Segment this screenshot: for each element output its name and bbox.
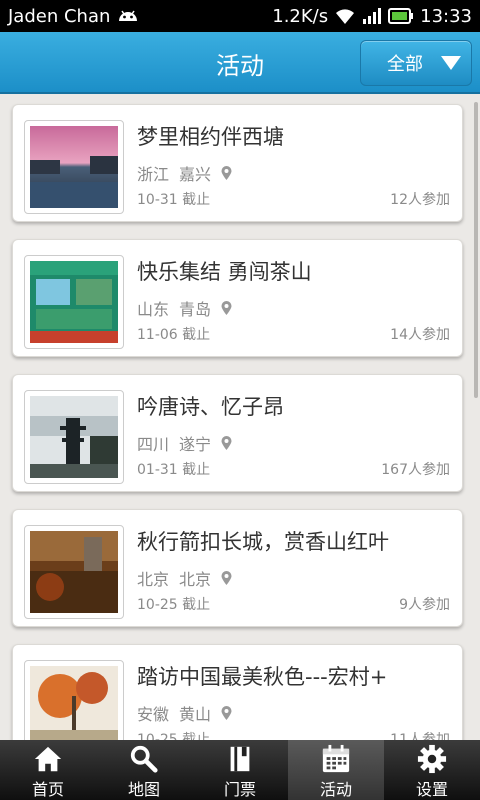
activity-card[interactable]: 吟唐诗、忆子昂 四川 遂宁 01-31 截止 167人参加 <box>12 374 463 492</box>
location-pin-icon <box>221 571 232 585</box>
calendar-icon <box>322 744 350 773</box>
nav-tickets[interactable]: 门票 <box>192 740 288 800</box>
activity-thumbnail <box>24 390 124 484</box>
gear-icon <box>417 744 447 774</box>
activity-location: 浙江 嘉兴 <box>137 161 232 185</box>
nav-map[interactable]: 地图 <box>96 740 192 800</box>
activity-province: 北京 <box>137 570 170 589</box>
activity-location: 四川 遂宁 <box>137 431 232 455</box>
nav-label: 活动 <box>319 780 352 799</box>
activity-city: 青岛 <box>179 300 212 319</box>
location-pin-icon <box>221 301 232 315</box>
status-time: 13:33 <box>420 5 472 27</box>
status-speed: 1.2K/s <box>272 5 329 27</box>
participant-count: 12人参加 <box>390 192 450 208</box>
activity-title: 踏访中国最美秋色---宏村+ <box>137 665 388 689</box>
participant-count: 14人参加 <box>390 327 450 343</box>
ticket-icon <box>230 746 250 772</box>
activity-thumbnail <box>24 525 124 619</box>
location-pin-icon <box>221 706 232 720</box>
filter-label: 全部 <box>387 54 423 75</box>
activity-deadline: 01-31 截止 <box>137 462 211 478</box>
activity-card[interactable]: 踏访中国最美秋色---宏村+ 安徽 黄山 10-25 截止 11人参加 <box>12 644 463 740</box>
nav-label: 地图 <box>127 780 160 799</box>
activity-card[interactable]: 梦里相约伴西塘 浙江 嘉兴 10-31 截止 12人参加 <box>12 104 463 222</box>
android-icon <box>119 10 138 21</box>
activity-thumbnail <box>24 120 124 214</box>
activity-province: 四川 <box>137 435 170 454</box>
nav-settings[interactable]: 设置 <box>384 740 480 800</box>
activity-location: 安徽 黄山 <box>137 701 232 725</box>
activity-title: 秋行箭扣长城，赏香山红叶 <box>137 530 389 554</box>
activity-title: 梦里相约伴西塘 <box>137 125 284 149</box>
filter-dropdown[interactable]: 全部 <box>360 40 472 86</box>
activity-thumbnail <box>24 660 124 740</box>
bottom-nav: 首页 地图 门票 活动 设置 <box>0 740 480 800</box>
activity-province: 山东 <box>137 300 170 319</box>
activity-location: 山东 青岛 <box>137 296 232 320</box>
activity-province: 安徽 <box>137 705 170 724</box>
activity-deadline: 10-31 截止 <box>137 192 211 208</box>
participant-count: 9人参加 <box>399 597 450 613</box>
activity-city: 嘉兴 <box>179 165 212 184</box>
participant-count: 11人参加 <box>390 732 450 740</box>
nav-label: 首页 <box>31 780 64 799</box>
nav-activities[interactable]: 活动 <box>288 740 384 800</box>
activity-deadline: 11-06 截止 <box>137 327 211 343</box>
signal-icon <box>363 8 382 24</box>
scrollbar[interactable] <box>474 102 478 398</box>
activity-thumbnail <box>24 255 124 349</box>
activity-city: 北京 <box>179 570 212 589</box>
status-user: Jaden Chan <box>8 5 111 27</box>
participant-count: 167人参加 <box>381 462 450 478</box>
activity-card[interactable]: 秋行箭扣长城，赏香山红叶 北京 北京 10-25 截止 9人参加 <box>12 509 463 627</box>
home-icon <box>34 746 62 772</box>
wifi-icon <box>336 9 355 24</box>
status-bar: Jaden Chan 1.2K/s 13:33 <box>0 0 480 32</box>
activity-title: 快乐集结 勇闯茶山 <box>137 260 312 284</box>
activity-deadline: 10-25 截止 <box>137 597 211 613</box>
activity-city: 遂宁 <box>179 435 212 454</box>
location-pin-icon <box>221 166 232 180</box>
caret-down-icon <box>441 56 461 70</box>
nav-label: 设置 <box>415 780 448 799</box>
search-icon <box>130 745 158 773</box>
battery-icon <box>388 8 414 24</box>
activity-title: 吟唐诗、忆子昂 <box>137 395 284 419</box>
nav-label: 门票 <box>223 780 256 799</box>
activity-list[interactable]: 梦里相约伴西塘 浙江 嘉兴 10-31 截止 12人参加 快乐集结 勇闯茶山 山… <box>0 94 480 740</box>
title-bar: 活动 全部 <box>0 32 480 94</box>
activity-location: 北京 北京 <box>137 566 232 590</box>
activity-province: 浙江 <box>137 165 170 184</box>
nav-home[interactable]: 首页 <box>0 740 96 800</box>
activity-card[interactable]: 快乐集结 勇闯茶山 山东 青岛 11-06 截止 14人参加 <box>12 239 463 357</box>
activity-deadline: 10-25 截止 <box>137 732 211 740</box>
location-pin-icon <box>221 436 232 450</box>
activity-city: 黄山 <box>179 705 212 724</box>
